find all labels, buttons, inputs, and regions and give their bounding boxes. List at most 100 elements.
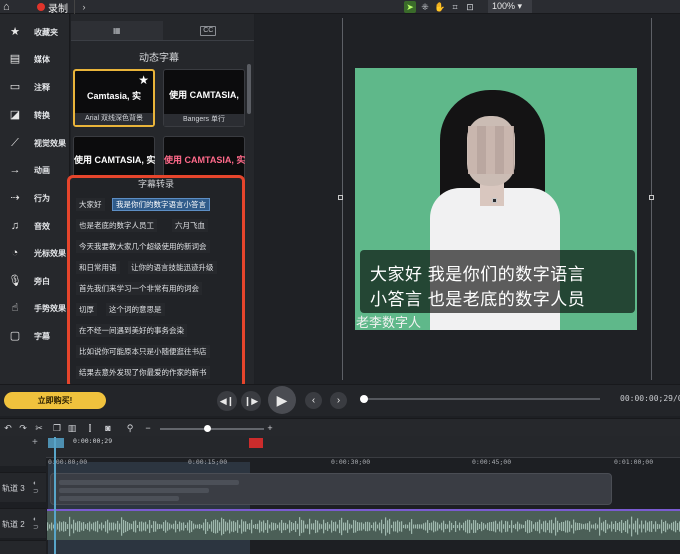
record-label: 录制 (48, 3, 68, 15)
thumb-preview-text: 使用 CAMTASIA, 实 (74, 155, 156, 165)
caption-style-thumb[interactable]: ★ Camtasia, 实 Arial 双线深色背景 (73, 69, 155, 127)
hand-icon[interactable]: ✋ (434, 1, 446, 13)
ruler-tick: 0:01:00;00 (614, 458, 654, 466)
record-button[interactable]: 录制 (31, 0, 75, 15)
arrow-pointer-icon[interactable]: ➤ (404, 1, 416, 13)
timeline-ruler[interactable] (46, 436, 680, 458)
cursor-icon: ◔ (11, 247, 19, 259)
buy-now-button[interactable]: 立即购买! (4, 392, 106, 409)
chevron-right-icon[interactable]: › (77, 1, 91, 13)
in-marker[interactable] (48, 438, 64, 448)
clip-text-line (59, 496, 179, 501)
subtitle-item[interactable]: 大家好 (76, 198, 105, 211)
zoom-select[interactable]: 100% ▾ (488, 0, 532, 13)
track-header-3[interactable]: 轨道 3 ◐ ⊃ (0, 472, 46, 502)
zoom-slider-knob[interactable] (204, 425, 211, 432)
zoom-in-icon[interactable]: + (264, 422, 276, 434)
step-forward-icon[interactable]: ❙▶ (241, 391, 261, 411)
ruler-tick: 0:00:15;00 (188, 458, 228, 466)
resize-handle[interactable] (338, 195, 343, 200)
home-icon[interactable]: ⌂ (3, 1, 17, 13)
subtitle-item[interactable]: 和日常用语 (76, 261, 120, 274)
add-track-icon[interactable]: + (32, 438, 38, 448)
sidebar-item-label: 旁白 (34, 276, 50, 286)
subtitle-item[interactable]: 也是老底的数字人员工 (76, 219, 157, 232)
timeline-toolbar: ↶ ↷ ✂ ❐ ▥ ⫿ ◙ ⚲ − + (0, 418, 680, 436)
track-lock-icon[interactable]: ◐ ⊃ (33, 516, 39, 532)
canvas-tools: ➤ ⁜ ✋ ⌗ ⊡ (404, 0, 476, 14)
playhead[interactable] (54, 437, 56, 554)
video-clip[interactable] (47, 509, 680, 540)
subtitle-item[interactable]: 比如说你可能原本只是小随便逛往书店 (76, 345, 210, 358)
cut-icon[interactable]: ✂ (33, 422, 45, 434)
sidebar-item-label: 手势效果 (34, 303, 66, 313)
star-icon: ★ (10, 26, 20, 38)
play-icon[interactable]: ▶ (268, 386, 296, 414)
playhead-time: 0:00:00;29 (73, 437, 113, 445)
thumb-preview-text: 使用 CAMTASIA, 实 (164, 155, 246, 165)
sidebar-item-label: 字幕 (34, 331, 50, 341)
sidebar-item-annotations[interactable]: ▭ 注释 (0, 74, 70, 100)
subtitle-transcript-title: 字幕转录 (137, 179, 174, 189)
subtitle-item[interactable]: 这个词的意思是 (106, 303, 165, 316)
paste-icon[interactable]: ▥ (66, 422, 78, 434)
redo-icon[interactable]: ↷ (17, 422, 29, 434)
sidebar-item-gesture-effects[interactable]: ☝ 手势效果 (0, 295, 70, 321)
step-back-icon[interactable]: ◀❙ (217, 391, 237, 411)
subtitle-item[interactable]: 让你的语言技能迅迹升级 (128, 261, 217, 274)
next-icon[interactable]: › (330, 392, 347, 409)
track-header-2[interactable]: 轨道 2 ◐ ⊃ (0, 508, 46, 538)
sidebar-item-audio-effects[interactable]: ♫ 音效 (0, 213, 70, 239)
sidebar-item-transitions[interactable]: ◪ 转换 (0, 102, 70, 128)
wand-icon: ⟋ (11, 137, 19, 149)
select-icon[interactable]: ⁜ (419, 1, 431, 13)
subtitle-item[interactable]: 我是你们的数字语言小答言 (112, 198, 210, 211)
fit-icon[interactable]: ⊡ (464, 1, 476, 13)
seek-knob[interactable] (360, 395, 368, 403)
split-icon[interactable]: ⫿ (84, 422, 96, 434)
tab-cc[interactable]: CC (162, 21, 254, 41)
subtitle-item[interactable]: 结果去意外发现了你最爱的作家的新书 (76, 366, 210, 379)
zoom-out-icon[interactable]: − (142, 422, 154, 434)
subtitle-item[interactable]: 六月飞血 (172, 219, 208, 232)
panel-scrollbar[interactable] (247, 64, 251, 114)
copy-icon[interactable]: ❐ (51, 422, 63, 434)
sidebar-item-animations[interactable]: → 动画 (0, 157, 70, 183)
subtitle-item[interactable]: 在不经一间遇到美好的事务会染 (76, 324, 187, 337)
resize-handle[interactable] (492, 198, 497, 203)
seek-bar[interactable] (360, 395, 600, 403)
timeline-zoom-slider[interactable] (160, 425, 264, 432)
subtitle-item[interactable]: 切厚 (76, 303, 97, 316)
undo-icon[interactable]: ↶ (2, 422, 14, 434)
sidebar-item-cursor-effects[interactable]: ◔ 光标效果 (0, 240, 70, 266)
sidebar-item-narration[interactable]: 🎙 旁白 (0, 268, 70, 294)
sidebar-item-favorites[interactable]: ★ 收藏夹 (0, 19, 70, 45)
top-toolbar: ⌂ 录制 › ➤ ⁜ ✋ ⌗ ⊡ 100% ▾ (0, 0, 680, 15)
sidebar-item-visual-effects[interactable]: ⟋ 视觉效果 (0, 130, 70, 156)
thumb-caption: Bangers 单行 (164, 114, 244, 126)
behavior-icon: ⇢ (10, 192, 20, 204)
audio-icon: ♫ (10, 220, 20, 232)
camera-icon[interactable]: ◙ (102, 422, 114, 434)
face-blur (468, 126, 514, 174)
crop-icon[interactable]: ⌗ (449, 1, 461, 13)
subtitle-item[interactable]: 今天我要教大家几个超级使用的新词会 (76, 240, 210, 253)
cc-icon: CC (200, 25, 217, 36)
resize-handle[interactable] (649, 195, 654, 200)
track-lock-icon[interactable]: ◐ ⊃ (33, 480, 39, 496)
tab-dynamic-captions[interactable]: ▦ (71, 21, 163, 41)
track-header-1[interactable] (0, 540, 46, 554)
sidebar-item-media[interactable]: ▤ 媒体 (0, 46, 70, 72)
out-marker[interactable] (249, 438, 263, 448)
subtitle-item[interactable]: 首先我们来学习一个非常有用的词会 (76, 282, 202, 295)
sidebar-item-behaviors[interactable]: ⇢ 行为 (0, 185, 70, 211)
star-icon[interactable]: ★ (138, 73, 149, 87)
sidebar-item-captions[interactable]: ▢ 字幕 (0, 323, 70, 349)
previous-icon[interactable]: ‹ (305, 392, 322, 409)
caption-clip[interactable] (50, 473, 612, 505)
caption-style-thumb[interactable]: 使用 CAMTASIA, Bangers 单行 (163, 69, 245, 127)
caption-template-icon: ▦ (112, 26, 121, 35)
caption-overlay[interactable]: 大家好 我是你们的数字语言 小答言 也是老底的数字人员 (360, 250, 635, 313)
zoom-icon[interactable]: ⚲ (124, 422, 136, 434)
transition-icon: ◪ (9, 109, 21, 121)
